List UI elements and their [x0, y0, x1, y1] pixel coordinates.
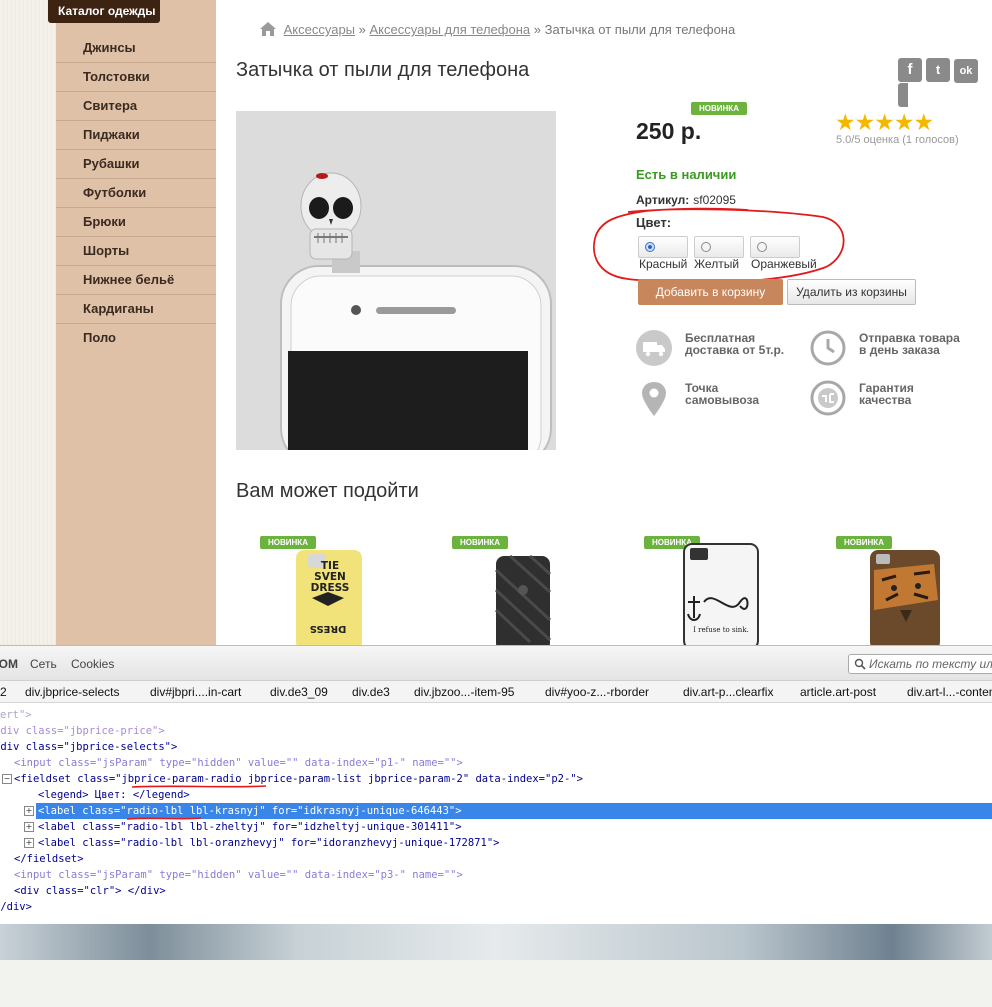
case-text: TIE SVEN DRESS	[310, 560, 350, 594]
twitter-icon[interactable]: t	[926, 58, 950, 82]
phone-case-tiger-image	[870, 550, 940, 645]
devtools-breadcrumb: 2 div.jbprice-selects div#jbpri....in-ca…	[0, 681, 992, 703]
dom-line[interactable]: </fieldset>	[0, 851, 992, 867]
dom-line[interactable]: ert">	[0, 707, 992, 723]
background-blur	[0, 924, 992, 960]
dom-crumb[interactable]: div#yoo-z...-rborder	[545, 685, 649, 699]
sidebar-item-shirts[interactable]: Рубашки	[56, 150, 216, 179]
red-underline-annotation	[131, 785, 267, 788]
case-bottom-text: DRESS	[310, 623, 347, 634]
sidebar-menu: Джинсы Толстовки Свитера Пиджаки Рубашки…	[56, 34, 216, 353]
tab-cookies[interactable]: Cookies	[71, 657, 114, 671]
recommend-item-4[interactable]: НОВИНКА	[834, 530, 954, 645]
main-content: Аксессуары » Аксессуары для телефона » З…	[216, 0, 992, 645]
sidebar-item-jackets[interactable]: Пиджаки	[56, 121, 216, 150]
breadcrumb-separator: »	[358, 22, 366, 37]
sidebar-item-tshirts[interactable]: Футболки	[56, 179, 216, 208]
product-price: 250 р.	[636, 118, 702, 144]
page-title: Затычка от пыли для телефона	[236, 59, 530, 81]
feature-text: Бесплатная доставка от 5т.р.	[685, 331, 785, 357]
devtools-toolbar: DOM Сеть Cookies Искать по тексту или	[0, 645, 992, 681]
sidebar-item-shorts[interactable]: Шорты	[56, 237, 216, 266]
collapse-icon[interactable]: −	[2, 774, 12, 784]
dom-tree: ert"> <div class="jbprice-price"> <div c…	[0, 703, 992, 1007]
devtools-panel: DOM Сеть Cookies Искать по тексту или 2 …	[0, 645, 992, 960]
expand-icon[interactable]: +	[24, 838, 34, 848]
feature-text: Отправка товара в день заказа	[859, 331, 960, 357]
sidebar-item-underwear[interactable]: Нижнее бельё	[56, 266, 216, 295]
tab-dom[interactable]: DOM	[0, 657, 18, 671]
breadcrumb-accessories[interactable]: Аксессуары	[284, 22, 355, 37]
devtools-search-input[interactable]: Искать по тексту или	[848, 654, 992, 674]
stock-status: Есть в наличии	[636, 167, 737, 182]
dom-crumb[interactable]: div.art-p...clearfix	[683, 685, 773, 699]
tab-network[interactable]: Сеть	[30, 657, 57, 671]
feature-text: Гарантия качества	[859, 381, 914, 407]
dom-line[interactable]: </div>	[0, 899, 992, 915]
odnoklassniki-icon[interactable]: ok	[954, 59, 978, 83]
sidebar-item-polo[interactable]: Поло	[56, 324, 216, 353]
dom-line[interactable]: <div class="jbprice-selects">	[0, 739, 992, 755]
sidebar-item-hoodies[interactable]: Толстовки	[56, 63, 216, 92]
breadcrumb-phone-accessories[interactable]: Аксессуары для телефона	[370, 22, 531, 37]
dom-crumb[interactable]: 2	[0, 685, 7, 699]
red-annotation-circle	[593, 207, 845, 284]
breadcrumb-separator: »	[533, 22, 541, 37]
social-share: f t ok	[898, 58, 992, 110]
sidebar-item-cardigans[interactable]: Кардиганы	[56, 295, 216, 324]
feature-text: Точка самовывоза	[685, 381, 760, 407]
facebook-icon[interactable]: f	[898, 58, 922, 82]
dom-crumb[interactable]: div#jbpri....in-cart	[150, 685, 241, 699]
breadcrumb-current: Затычка от пыли для телефона	[544, 22, 736, 37]
rating-text: 5.0/5 оценка (1 голосов)	[836, 134, 959, 146]
add-to-cart-button[interactable]: Добавить в корзину	[638, 279, 783, 305]
dom-line[interactable]: + <label class="radio-lbl lbl-oranzhevyj"…	[0, 835, 992, 851]
home-icon[interactable]	[260, 22, 276, 36]
sidebar-heading: Каталог одежды	[48, 0, 160, 23]
search-icon	[854, 658, 866, 670]
dom-crumb[interactable]: article.art-post	[800, 685, 876, 699]
case-text: I refuse to sink.	[693, 626, 749, 634]
sidebar-item-jeans[interactable]: Джинсы	[56, 34, 216, 63]
recommend-item-2[interactable]: НОВИНКА	[450, 530, 570, 645]
phone-case-carbon-image	[494, 554, 552, 645]
dom-line[interactable]: <input class="jsParam" type="hidden" val…	[0, 755, 992, 771]
expand-icon[interactable]: +	[24, 822, 34, 832]
dom-crumb[interactable]: div.art-l...-content	[907, 685, 992, 699]
dom-crumb[interactable]: div.jbprice-selects	[25, 685, 119, 699]
clock-icon	[810, 330, 846, 366]
dom-crumb[interactable]: div.jbzoo...-item-95	[414, 685, 514, 699]
remove-from-cart-button[interactable]: Удалить из корзины	[787, 279, 916, 305]
recommend-title: Вам может подойти	[236, 480, 419, 502]
red-underline-annotation	[126, 817, 202, 820]
expand-icon[interactable]: +	[24, 806, 34, 816]
quality-seal-icon	[810, 380, 846, 416]
sidebar-item-sweaters[interactable]: Свитера	[56, 92, 216, 121]
new-badge: НОВИНКА	[691, 102, 747, 115]
breadcrumb: Аксессуары » Аксессуары для телефона » З…	[260, 22, 735, 37]
more-share-icon[interactable]	[898, 83, 908, 107]
dom-line[interactable]: <input class="jsParam" type="hidden" val…	[0, 867, 992, 883]
dom-line[interactable]: <div class="jbprice-price">	[0, 723, 992, 739]
sidebar-item-trousers[interactable]: Брюки	[56, 208, 216, 237]
dom-crumb[interactable]: div.de3_09	[270, 685, 328, 699]
dom-crumb[interactable]: div.de3	[352, 685, 390, 699]
recommend-item-3[interactable]: НОВИНКА I refuse to sink.	[642, 530, 762, 645]
rating-stars[interactable]: ★★★★★	[835, 110, 934, 134]
recommend-item-1[interactable]: НОВИНКА DRESS TIE SVEN DRESS	[258, 530, 378, 645]
product-image[interactable]	[236, 111, 556, 450]
phone-with-skull-plug-image	[236, 111, 556, 450]
search-placeholder: Искать по тексту или	[869, 657, 992, 671]
truck-icon	[636, 330, 672, 366]
dom-line[interactable]: <div class="clr"> </div>	[0, 883, 992, 899]
map-pin-icon	[642, 382, 666, 416]
